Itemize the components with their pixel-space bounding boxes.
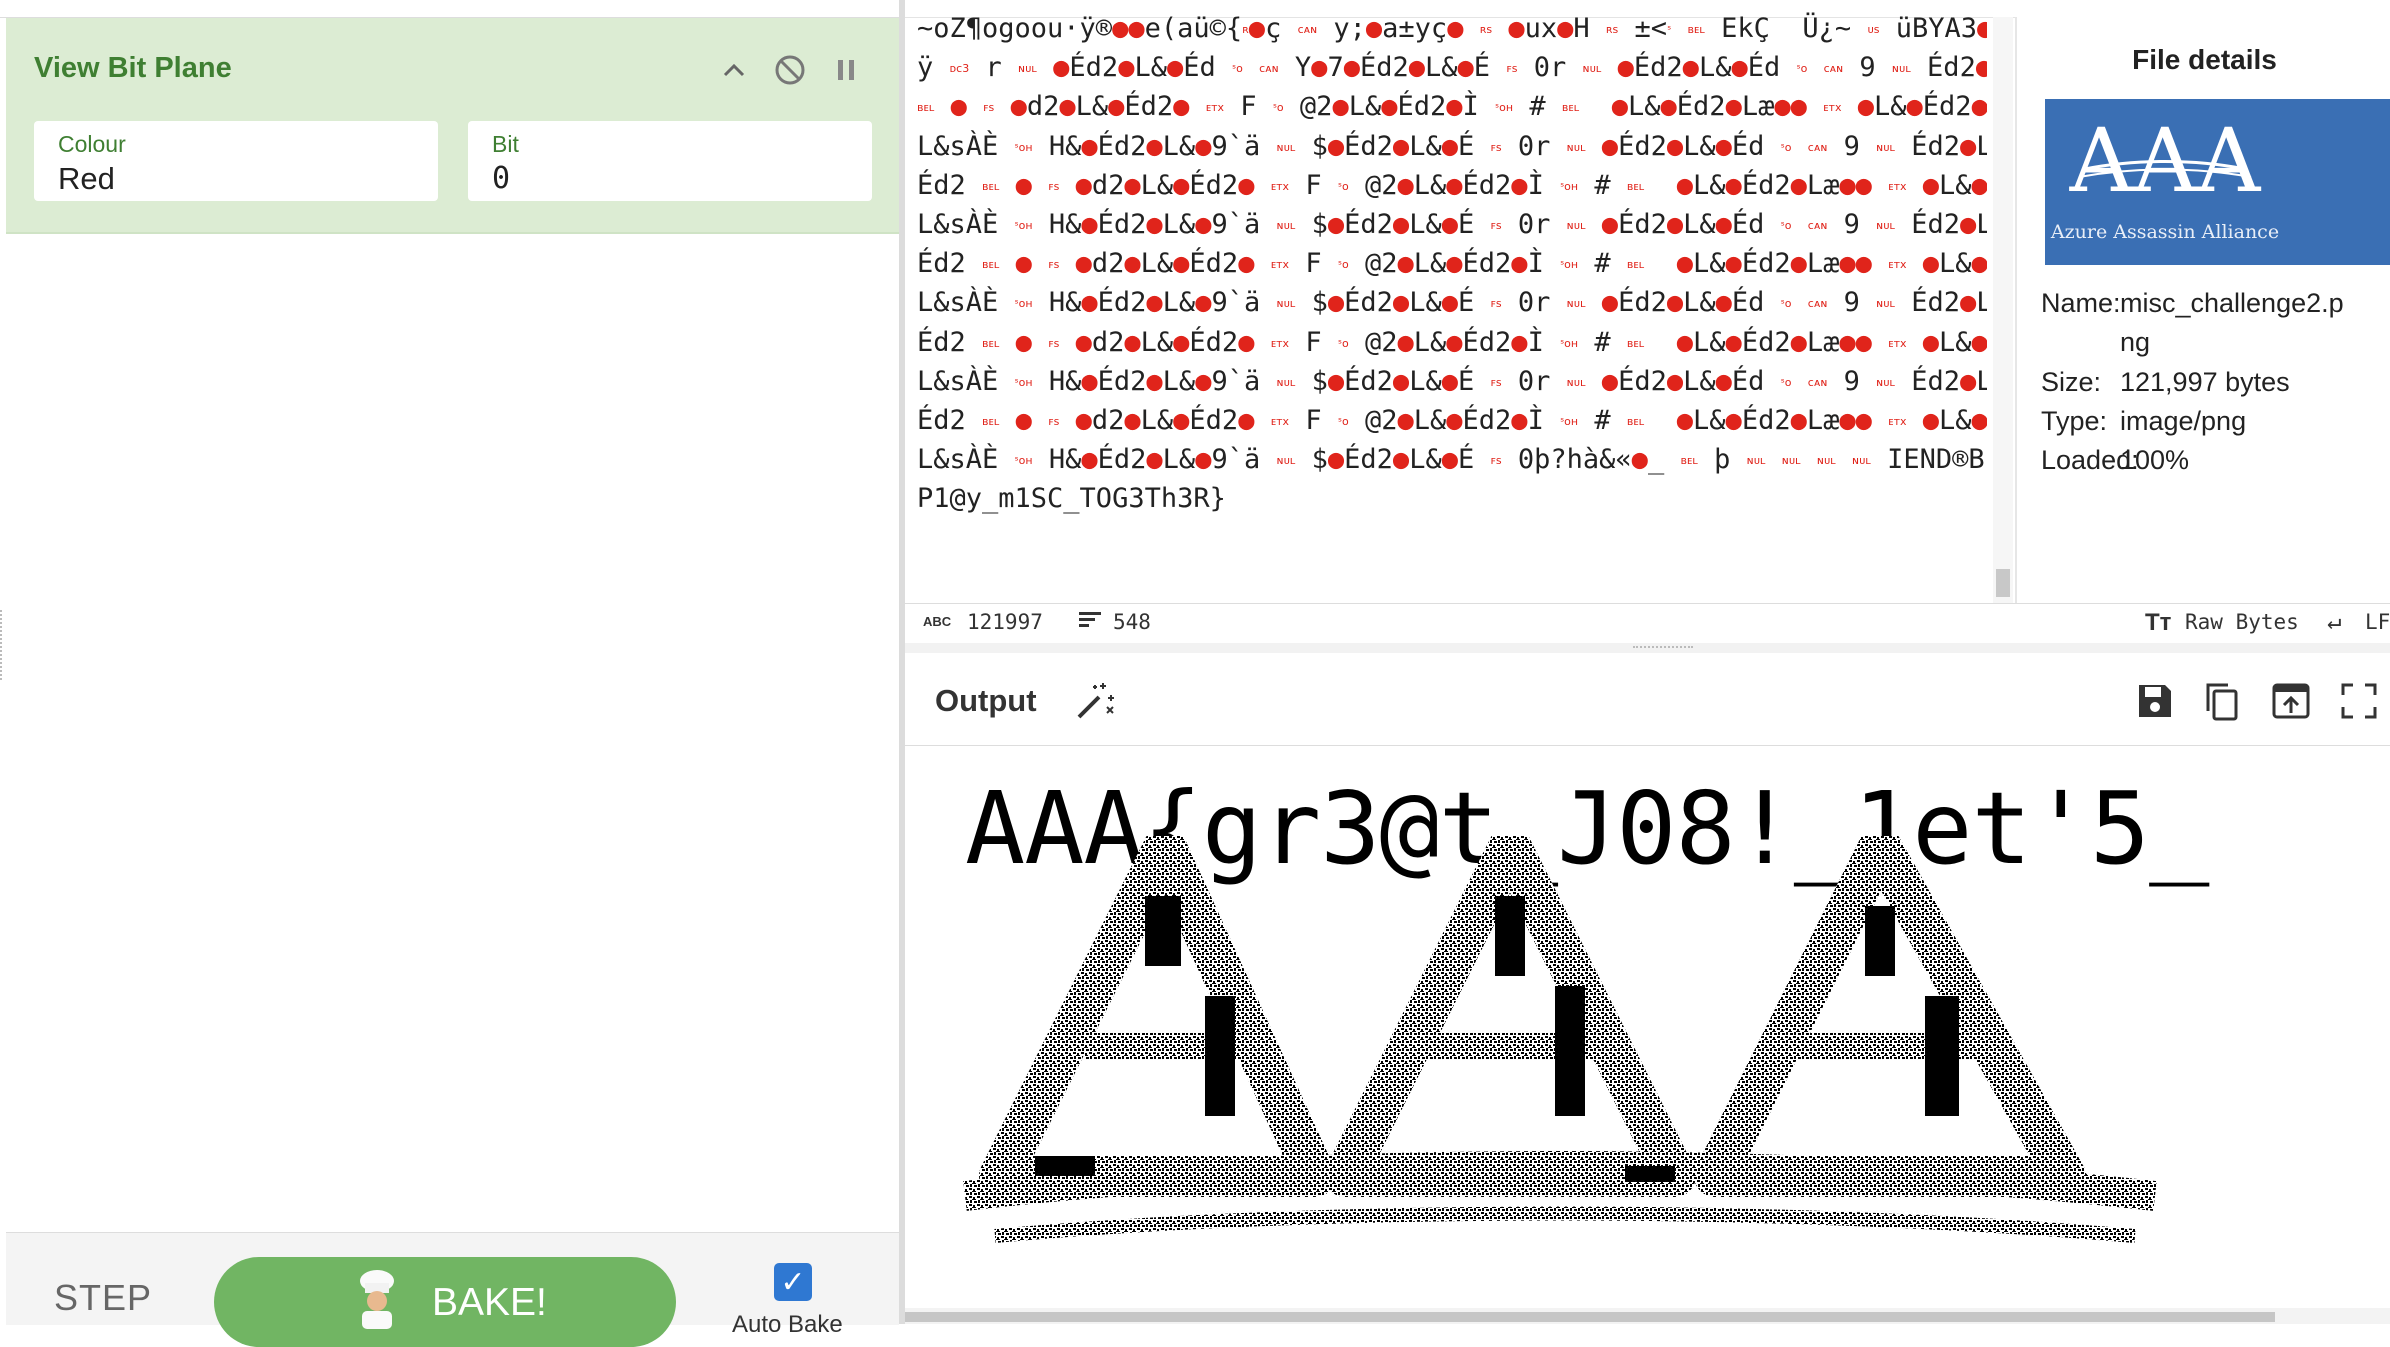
output-scrollbar-thumb[interactable] [905,1312,2275,1322]
file-details-panel: File details AAA Azure Assassin Alliance… [2015,17,2390,603]
thumbnail-subtext: Azure Assassin Alliance [2050,221,2280,243]
pane-resize-handle[interactable] [0,610,6,680]
input-pane: ~oZ¶ogoou·ÿ®●●e(aü©{ʀ●ç ᴄᴀɴ y;●a±yç● ʀs … [905,0,2390,646]
lines-icon [1077,608,1103,637]
input-line: L&sÀÈ ˢᴏʜ H&●Éd2●L&●9`ä ɴᴜʟ $●Éd2●L&●É ꜰ… [917,208,1987,240]
bit-value[interactable]: 0 [492,161,510,196]
input-line: Éd2 ʙᴇʟ ● ꜰs ●d2●L&●Éd2● ᴇᴛx F ˢᴏ @2●L&●… [917,326,1987,358]
noisy-aaa-logo [963,836,2157,1243]
input-line: ÿ ᴅᴄ3 r ɴᴜʟ ●Éd2●L&●Éd ˢᴏ ᴄᴀɴ Y●7●Éd2●L&… [917,52,1987,84]
file-thumbnail: AAA Azure Assassin Alliance [2045,99,2390,265]
eol-selector[interactable]: LF [2365,610,2390,634]
output-header: Output [905,653,2390,746]
save-icon[interactable] [2133,679,2177,723]
input-line: L&sÀÈ ˢᴏʜ H&●Éd2●L&●9`ä ɴᴜʟ $●Éd2●L&●É ꜰ… [917,365,1987,397]
input-text-area[interactable]: ~oZ¶ogoou·ÿ®●●e(aü©{ʀ●ç ᴄᴀɴ y;●a±yç● ʀs … [917,9,1987,599]
file-size-label: Size: [2041,367,2102,397]
output-horizontal-scrollbar[interactable] [905,1308,2390,1324]
input-status-bar: ABC 121997 548 Tт Raw Bytes ↵ LF [905,603,2390,644]
recipe-top-strip [0,0,899,18]
auto-bake-label: Auto Bake [732,1311,843,1338]
line-count: 548 [1113,610,1151,634]
colour-label: Colour [58,131,126,157]
input-scrollbar[interactable] [1993,17,2013,603]
operation-title: View Bit Plane [34,52,232,84]
input-line: Éd2 ʙᴇʟ ● ꜰs ●d2●L&●Éd2● ᴇᴛx F ˢᴏ @2●L&●… [917,248,1987,280]
input-line: ʙᴇʟ ● ꜰs ●d2●L&●Éd2● ᴇᴛx F ˢᴏ @2●L&●Éd2●… [917,91,1987,123]
magic-wand-icon[interactable] [1073,679,1117,723]
input-line: Éd2 ʙᴇʟ ● ꜰs ●d2●L&●Éd2● ᴇᴛx F ˢᴏ @2●L&●… [917,404,1987,436]
text-encoding-icon[interactable]: Tт [2145,609,2171,637]
input-line: Éd2 ʙᴇʟ ● ꜰs ●d2●L&●Éd2● ᴇᴛx F ˢᴏ @2●L&●… [917,169,1987,201]
file-type-label: Type: [2041,406,2108,436]
chevron-up-icon[interactable] [714,50,754,90]
abc-icon: ABC [923,614,952,629]
operation-card-view-bit-plane[interactable]: View Bit Plane Colour Red Bit 0 [6,18,899,234]
file-name-value: misc_challenge2.p [2120,288,2344,318]
colour-field[interactable]: Colour Red [34,121,438,201]
move-to-input-icon[interactable] [2269,679,2313,723]
pause-icon[interactable] [826,50,866,90]
maximise-icon[interactable] [2337,679,2381,723]
file-details-title: File details [2132,44,2277,75]
bake-button[interactable]: BAKE! [214,1257,676,1347]
output-bit-plane-image: AAA{gr3@t_J08!_1et'5_ [905,746,2385,1306]
output-pane: Output AAA{gr3@t_J08!_1et'5_ [905,653,2390,1324]
copy-icon[interactable] [2200,679,2244,723]
eol-icon[interactable]: ↵ [2327,607,2341,635]
splitter-grip[interactable] [1633,646,1693,651]
input-line: L&sÀÈ ˢᴏʜ H&●Éd2●L&●9`ä ɴᴜʟ $●Éd2●L&●É ꜰ… [917,444,1987,476]
step-button[interactable]: STEP [54,1277,152,1319]
disable-circle-icon[interactable] [770,50,810,90]
colour-value[interactable]: Red [58,161,115,197]
input-line: L&sÀÈ ˢᴏʜ H&●Éd2●L&●9`ä ɴᴜʟ $●Éd2●L&●É ꜰ… [917,287,1987,319]
bit-label: Bit [492,131,519,157]
file-size-value: 121,997 bytes [2120,367,2290,397]
io-splitter[interactable] [905,643,2390,653]
output-title: Output [935,683,1037,718]
file-name-value-wrap: ng [2120,327,2151,357]
file-type-value: image/png [2120,406,2247,436]
recipe-controls: STEP BAKE! ✓ Auto Bake [6,1232,899,1347]
encoding-selector[interactable]: Raw Bytes [2185,610,2299,634]
auto-bake-checkbox[interactable]: ✓ [774,1263,812,1301]
chef-hat-icon [360,1270,394,1329]
file-loaded-value: 100% [2120,445,2190,475]
file-name-label: Name: [2041,288,2121,318]
input-line: P1@y_m1SC_TOG3Th3R} [917,483,1226,515]
input-line: ~oZ¶ogoou·ÿ®●●e(aü©{ʀ●ç ᴄᴀɴ y;●a±yç● ʀs … [917,13,1987,44]
input-scrollbar-thumb[interactable] [1996,569,2010,597]
char-count: 121997 [967,610,1043,634]
recipe-pane: View Bit Plane Colour Red Bit 0 STEP BAK… [0,0,905,1347]
bit-field[interactable]: Bit 0 [468,121,872,201]
input-line: L&sÀÈ ˢᴏʜ H&●Éd2●L&●9`ä ɴᴜʟ $●Éd2●L&●É ꜰ… [917,130,1987,162]
bake-label: BAKE! [432,1281,547,1324]
